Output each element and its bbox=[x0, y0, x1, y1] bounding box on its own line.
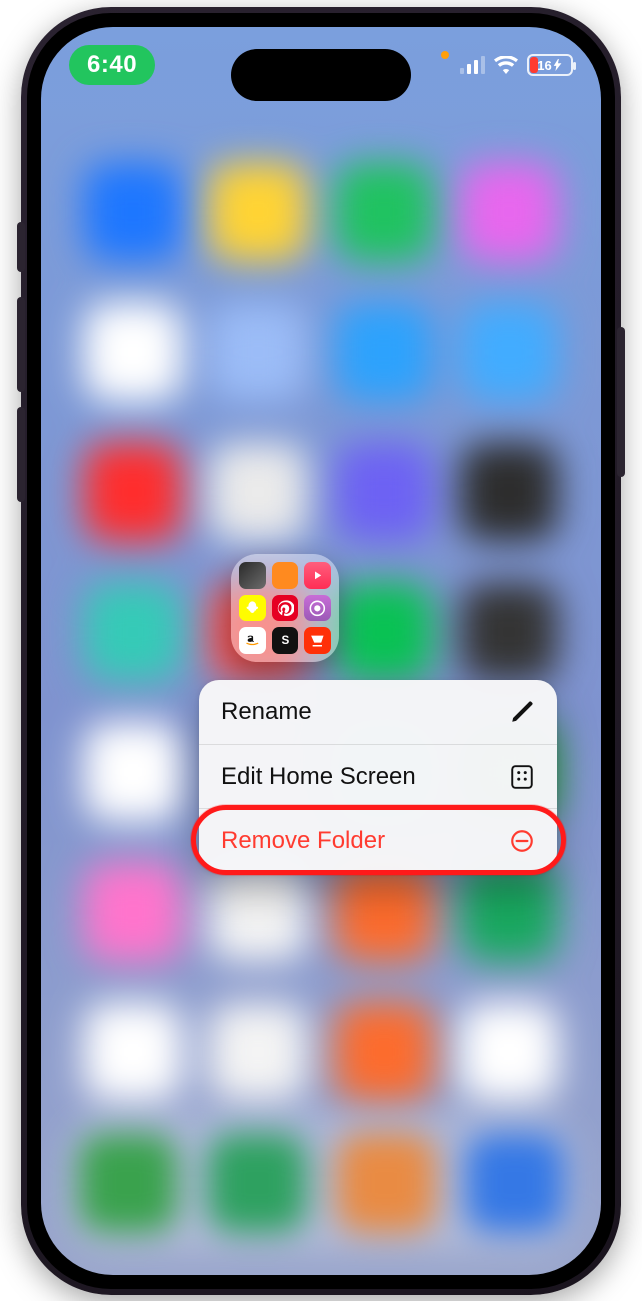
volume-up-button[interactable] bbox=[17, 297, 25, 392]
folder-app-icon bbox=[272, 562, 299, 589]
folder-app-icon bbox=[304, 562, 331, 589]
charging-bolt-icon bbox=[553, 59, 563, 71]
wifi-icon bbox=[494, 56, 518, 74]
device-bezel: 6:40 16 bbox=[27, 13, 615, 1289]
menu-item-label: Remove Folder bbox=[221, 827, 385, 855]
menu-item-rename[interactable]: Rename bbox=[199, 680, 557, 744]
menu-item-remove-folder[interactable]: Remove Folder bbox=[199, 808, 557, 872]
screen: 6:40 16 bbox=[41, 27, 601, 1275]
minus-circle-icon bbox=[509, 828, 535, 854]
mic-active-dot-icon bbox=[441, 51, 449, 59]
battery-indicator: 16 bbox=[527, 54, 573, 76]
folder-app-icon bbox=[272, 595, 299, 622]
menu-item-label: Rename bbox=[221, 698, 312, 726]
menu-item-label: Edit Home Screen bbox=[221, 763, 416, 791]
iphone-frame: 6:40 16 bbox=[21, 7, 621, 1295]
folder-app-icon bbox=[304, 595, 331, 622]
folder-context-menu: Rename Edit Home Screen Remove Folder bbox=[199, 680, 557, 872]
pencil-icon bbox=[509, 699, 535, 725]
status-bar: 6:40 16 bbox=[41, 35, 601, 95]
dock-blurred bbox=[63, 1113, 579, 1253]
silence-switch[interactable] bbox=[17, 222, 25, 272]
volume-down-button[interactable] bbox=[17, 407, 25, 502]
folder-app-icon bbox=[239, 562, 266, 589]
folder-app-icon bbox=[304, 627, 331, 654]
folder-app-icon bbox=[239, 627, 266, 654]
menu-item-edit-home-screen[interactable]: Edit Home Screen bbox=[199, 744, 557, 808]
focused-folder[interactable]: S bbox=[231, 554, 351, 662]
status-time-pill[interactable]: 6:40 bbox=[69, 45, 155, 85]
folder-app-icon bbox=[239, 595, 266, 622]
svg-text:S: S bbox=[281, 635, 289, 648]
battery-percent: 16 bbox=[537, 58, 551, 73]
power-button[interactable] bbox=[617, 327, 625, 477]
cellular-signal-icon bbox=[460, 56, 485, 74]
folder-app-icon: S bbox=[272, 627, 299, 654]
apps-icon bbox=[509, 764, 535, 790]
